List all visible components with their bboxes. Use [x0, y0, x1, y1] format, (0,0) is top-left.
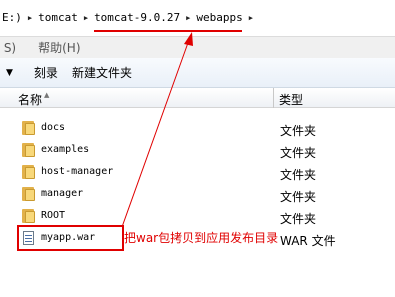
- highlight-box: [17, 225, 124, 251]
- column-header-name-label: 名称: [18, 93, 43, 107]
- chevron-right-icon[interactable]: ▶: [24, 14, 36, 22]
- column-headers: 名称 ▲ 类型: [0, 88, 395, 108]
- breadcrumb-drive[interactable]: E:): [0, 11, 24, 24]
- folder-icon: [21, 121, 37, 135]
- chevron-down-icon[interactable]: ▼: [6, 68, 13, 78]
- column-header-name[interactable]: 名称 ▲: [0, 88, 274, 108]
- folder-icon: [21, 187, 37, 201]
- folder-icon: [21, 209, 37, 223]
- annotation-text: 把war包拷贝到应用发布目录: [124, 231, 279, 245]
- breadcrumb-tomcat[interactable]: tomcat: [36, 11, 80, 24]
- file-type: 文件夹: [280, 168, 317, 182]
- file-row[interactable]: docs 文件夹: [0, 117, 395, 139]
- menu-item-help[interactable]: 帮助(H): [38, 39, 80, 56]
- breadcrumb-tomcat-version[interactable]: tomcat-9.0.27: [92, 11, 182, 24]
- file-row[interactable]: examples 文件夹: [0, 139, 395, 161]
- breadcrumb-webapps[interactable]: webapps: [194, 11, 244, 24]
- file-name: host-manager: [41, 166, 114, 177]
- new-folder-button[interactable]: 新建文件夹: [72, 64, 132, 81]
- file-name: manager: [41, 188, 84, 199]
- file-type: 文件夹: [280, 212, 317, 226]
- file-row[interactable]: host-manager 文件夹: [0, 161, 395, 183]
- folder-icon: [21, 165, 37, 179]
- menu-item-tools[interactable]: S): [0, 41, 16, 55]
- file-type: 文件夹: [280, 124, 317, 138]
- address-bar[interactable]: E:) ▶ tomcat ▶ tomcat-9.0.27 ▶ webapps ▶: [0, 0, 395, 36]
- chevron-right-icon[interactable]: ▶: [182, 14, 194, 22]
- menu-bar: S) 帮助(H): [0, 36, 395, 58]
- file-type: WAR 文件: [280, 234, 336, 248]
- file-row[interactable]: ROOT 文件夹: [0, 205, 395, 227]
- burn-button[interactable]: 刻录: [34, 64, 58, 81]
- toolbar: ▼ 刻录 新建文件夹: [0, 58, 395, 88]
- sort-ascending-icon: ▲: [44, 91, 50, 99]
- file-name: ROOT: [41, 210, 66, 221]
- column-header-type[interactable]: 类型: [279, 91, 303, 108]
- folder-icon: [21, 143, 37, 157]
- file-type: 文件夹: [280, 146, 317, 160]
- file-row[interactable]: manager 文件夹: [0, 183, 395, 205]
- highlight-underline: [94, 30, 242, 32]
- chevron-right-icon[interactable]: ▶: [80, 14, 92, 22]
- chevron-right-icon[interactable]: ▶: [245, 14, 257, 22]
- file-name: examples: [41, 144, 90, 155]
- breadcrumb: E:) ▶ tomcat ▶ tomcat-9.0.27 ▶ webapps ▶: [0, 11, 257, 24]
- file-name: docs: [41, 122, 66, 133]
- file-type: 文件夹: [280, 190, 317, 204]
